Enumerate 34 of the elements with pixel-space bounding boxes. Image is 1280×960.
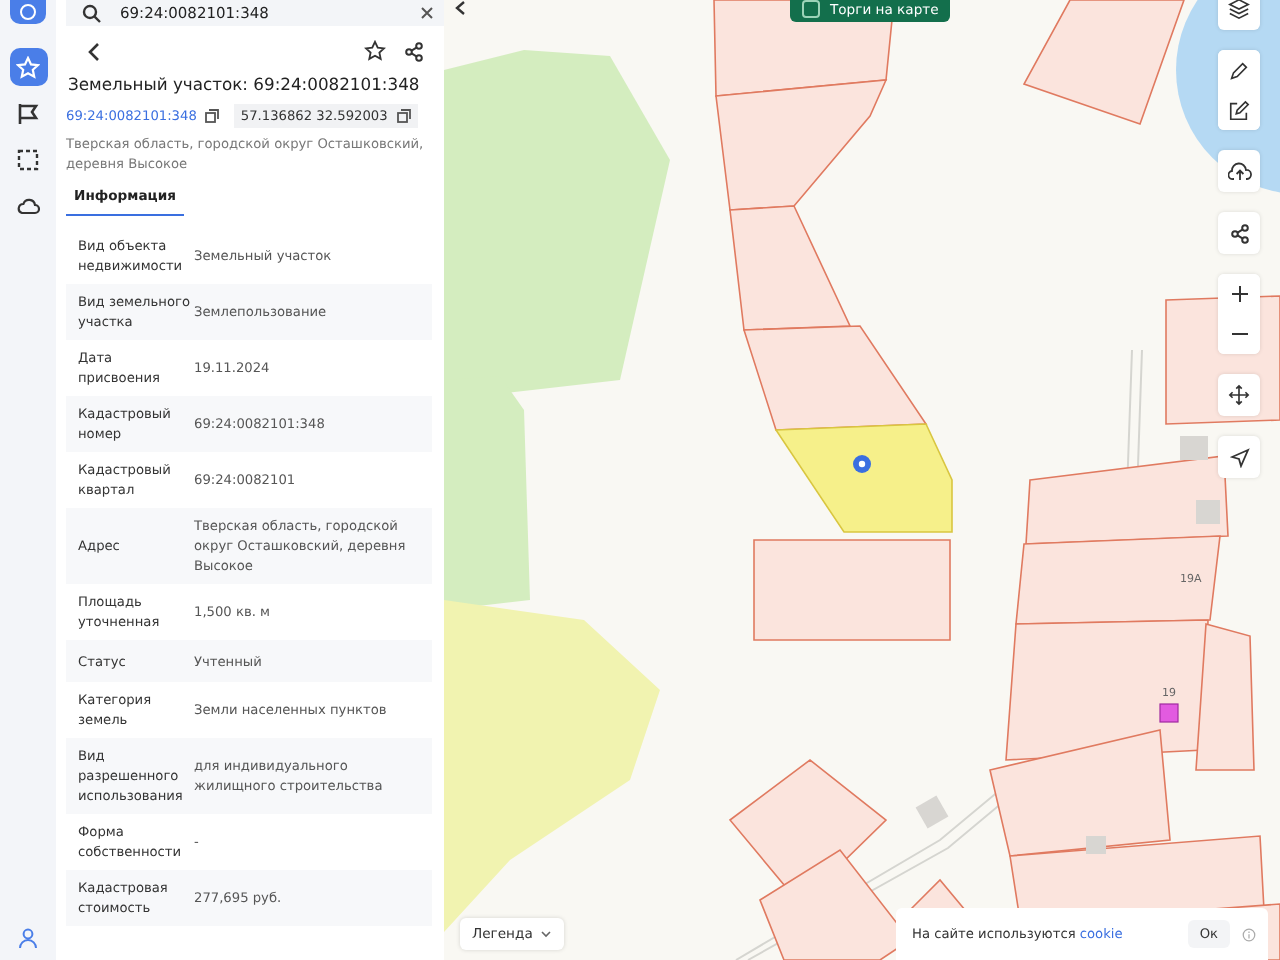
- copy-icon[interactable]: [204, 108, 221, 124]
- logo-icon[interactable]: [10, 0, 46, 24]
- star-icon[interactable]: [364, 40, 386, 62]
- flag-icon: [16, 101, 40, 125]
- upload-button[interactable]: [1218, 150, 1260, 192]
- back-icon[interactable]: [86, 41, 102, 61]
- parcel-title: Земельный участок: 69:24:0082101:348: [66, 74, 422, 94]
- pencil-button[interactable]: [1218, 50, 1260, 90]
- copy-icon[interactable]: [395, 108, 412, 124]
- navigation-arrow-icon: [1229, 447, 1249, 467]
- cloud-icon: [16, 193, 40, 217]
- pencil-icon: [1228, 59, 1250, 81]
- close-icon[interactable]: [420, 6, 434, 20]
- share-icon[interactable]: [404, 41, 424, 61]
- zoom-in-button[interactable]: [1218, 274, 1260, 314]
- cloud-upload-icon: [1227, 160, 1251, 182]
- dashed-square-icon: [16, 147, 40, 171]
- layers-button[interactable]: [1218, 0, 1260, 30]
- search-icon: [82, 3, 102, 23]
- move-icon: [1228, 384, 1250, 406]
- caret-icon: [540, 930, 553, 938]
- locate-button[interactable]: [1218, 436, 1260, 478]
- share-icon: [1229, 223, 1249, 243]
- star-icon: [16, 55, 40, 79]
- user-icon[interactable]: [18, 928, 38, 948]
- share-button[interactable]: [1218, 212, 1260, 254]
- edit-button[interactable]: [1218, 90, 1260, 130]
- layers-icon: [1228, 0, 1250, 20]
- move-button[interactable]: [1218, 374, 1260, 416]
- star-nav-button[interactable]: [9, 48, 47, 86]
- plus-icon: [1229, 284, 1249, 304]
- checkbox[interactable]: [802, 0, 820, 18]
- back-icon[interactable]: [454, 0, 466, 16]
- edit-icon: [1228, 99, 1250, 121]
